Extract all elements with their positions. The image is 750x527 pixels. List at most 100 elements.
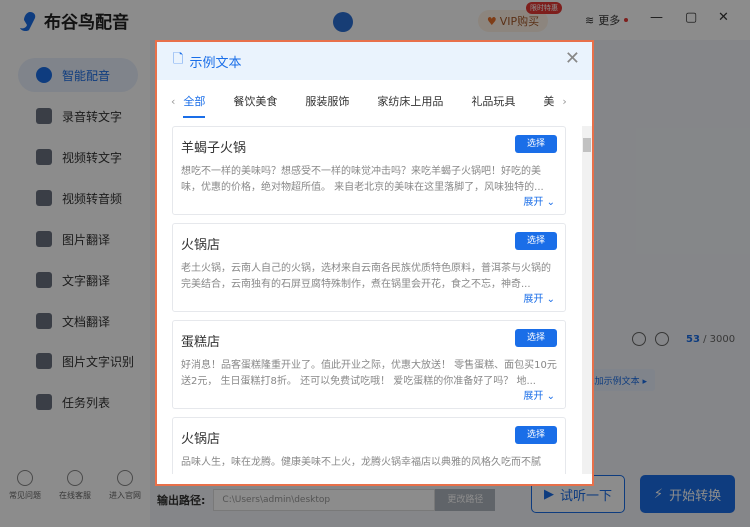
card-title: 火锅店: [181, 238, 221, 253]
maximize-button[interactable]: ▢: [685, 10, 697, 25]
support-label: 在线客服: [59, 491, 91, 500]
vip-label: VIP购买: [499, 15, 540, 28]
image-icon: [36, 231, 52, 247]
tab-gifts-toys[interactable]: 礼品玩具: [471, 93, 515, 109]
sidebar-item-image-translate[interactable]: 图片翻译: [18, 222, 138, 256]
scrollbar-thumb[interactable]: [583, 138, 591, 152]
support-link[interactable]: 在线客服: [59, 470, 91, 501]
expand-label: 展开: [523, 294, 544, 305]
tab-clothing[interactable]: 服装服饰: [305, 93, 349, 109]
vip-heart-icon: ♥: [486, 14, 497, 28]
sidebar-item-doc-translate[interactable]: 文档翻译: [18, 304, 138, 338]
chevron-left-icon[interactable]: ‹: [171, 95, 175, 108]
notification-dot: [624, 18, 629, 22]
sidebar-item-label: 任务列表: [62, 395, 111, 410]
vip-badge: 限时特惠: [526, 2, 562, 14]
scrollbar[interactable]: [582, 126, 592, 474]
select-button[interactable]: 选择: [515, 135, 557, 153]
sidebar-item-label: 图片翻译: [62, 232, 111, 247]
globe-icon: [117, 470, 133, 486]
select-button[interactable]: 选择: [515, 329, 557, 347]
ocr-icon: [36, 353, 52, 369]
select-button[interactable]: 选择: [515, 426, 557, 444]
user-avatar[interactable]: [333, 12, 353, 32]
app-title: 布谷鸟配音: [44, 13, 129, 33]
sidebar-item-ocr[interactable]: 图片文字识别: [18, 344, 138, 378]
play-icon: ▶: [543, 486, 554, 502]
convert-icon: ⚡: [653, 486, 664, 502]
sample-list: 羊蝎子火锅 选择 想吃不一样的美味吗？想感受不一样的味觉冲击吗？来吃羊蝎子火锅吧！好…: [172, 126, 568, 474]
list-item: 蛋糕店 选择好消息！品客蛋糕隆重开业了。值此开业之际，优惠大放送！ 零售蛋糕、面包…: [172, 320, 566, 409]
card-text: 品味人生，味在龙腾。健康美味不上火，龙腾火锅幸福店以典雅的风格久吃而不腻: [181, 457, 541, 468]
output-path-input[interactable]: C:\Users\admin\desktop: [213, 489, 436, 511]
mic-icon: [36, 67, 52, 83]
website-link[interactable]: 进入官网: [109, 470, 141, 501]
close-icon[interactable]: ✕: [565, 48, 580, 69]
sidebar-item-label: 文档翻译: [62, 314, 111, 329]
headset-icon: [67, 470, 83, 486]
list-icon: [36, 394, 52, 410]
category-tabs: ‹ 全部 餐饮美食 服装服饰 家纺床上用品 礼品玩具 美 ›: [171, 86, 571, 118]
card-title: 羊蝎子火锅: [181, 141, 247, 156]
audio-icon: [36, 108, 52, 124]
app-logo: 布谷鸟配音: [18, 8, 129, 33]
expand-button[interactable]: 展开 ⌄: [523, 290, 555, 305]
video-audio-icon: [36, 190, 52, 206]
char-count: 53 / 3000: [686, 334, 735, 345]
chevron-right-icon[interactable]: ›: [562, 95, 566, 108]
dialog-title: 示例文本: [189, 55, 242, 71]
list-item: 羊蝎子火锅 选择 想吃不一样的美味吗？想感受不一样的味觉冲击吗？来吃羊蝎子火锅吧！好…: [172, 126, 566, 215]
website-label: 进入官网: [109, 491, 141, 500]
layers-icon: ≋: [585, 13, 595, 27]
bird-logo-icon: [20, 11, 36, 31]
close-window-button[interactable]: ✕: [718, 10, 729, 25]
tab-food[interactable]: 餐饮美食: [233, 93, 277, 109]
redo-icon[interactable]: [655, 332, 669, 346]
expand-label: 展开: [523, 391, 544, 402]
sidebar-item-smart-dubbing[interactable]: 智能配音: [18, 58, 138, 92]
card-text: 好消息！品客蛋糕隆重开业了。值此开业之际，优惠大放送！ 零售蛋糕、面包买10元送…: [181, 360, 557, 387]
faq-link[interactable]: 常见问题: [9, 470, 41, 501]
video-icon: [36, 149, 52, 165]
expand-button[interactable]: 展开 ⌄: [523, 193, 555, 208]
sidebar-item-task-list[interactable]: 任务列表: [18, 385, 138, 419]
card-title: 火锅店: [181, 432, 221, 447]
faq-label: 常见问题: [9, 491, 41, 500]
more-menu[interactable]: ≋ 更多: [585, 12, 629, 28]
expand-button[interactable]: 展开 ⌄: [523, 387, 555, 402]
minimize-button[interactable]: —: [650, 10, 663, 25]
sidebar: 智能配音 录音转文字 视频转文字 视频转音频 图片翻译 文字翻译 文档翻译 图片…: [0, 40, 150, 527]
undo-icon[interactable]: [632, 332, 646, 346]
translate-icon: [36, 272, 52, 288]
output-path-row: 输出路径: C:\Users\admin\desktop 更改路径: [157, 489, 496, 511]
sidebar-item-label: 图片文字识别: [62, 354, 135, 369]
more-label: 更多: [598, 14, 621, 27]
title-bar: 布谷鸟配音 ♥ VIP购买 限时特惠 ≋ 更多 — ▢ ✕: [0, 0, 750, 40]
document-icon: 🗋: [173, 52, 184, 67]
list-item: 火锅店 选择品味人生，味在龙腾。健康美味不上火，龙腾火锅幸福店以典雅的风格久吃而不…: [172, 417, 566, 474]
expand-label: 展开: [523, 197, 544, 208]
sidebar-item-label: 录音转文字: [62, 109, 123, 124]
change-path-button[interactable]: 更改路径: [435, 489, 496, 511]
sidebar-item-video-to-text[interactable]: 视频转文字: [18, 140, 138, 174]
output-path-label: 输出路径:: [157, 494, 206, 507]
tab-beauty[interactable]: 美: [543, 93, 554, 109]
tab-all[interactable]: 全部: [183, 93, 206, 118]
select-button[interactable]: 选择: [515, 232, 557, 250]
question-icon: [17, 470, 33, 486]
sidebar-item-label: 文字翻译: [62, 273, 111, 288]
try-label: 试听一下: [559, 488, 612, 504]
card-text: 老土火锅，云南人自己的火锅，选材来自云南各民族优质特色原料，普洱茶与火锅的完美结…: [181, 263, 551, 290]
sample-text-dialog: 🗋 示例文本 ✕ ‹ 全部 餐饮美食 服装服饰 家纺床上用品 礼品玩具 美 › …: [155, 40, 594, 486]
dialog-header: 🗋 示例文本: [157, 42, 592, 80]
count-max: / 3000: [699, 334, 736, 345]
sidebar-item-video-to-audio[interactable]: 视频转音频: [18, 181, 138, 215]
tab-bedding[interactable]: 家纺床上用品: [377, 93, 443, 109]
card-title: 蛋糕店: [181, 335, 221, 350]
document-icon: [36, 313, 52, 329]
start-convert-button[interactable]: ⚡ 开始转换: [640, 475, 735, 513]
sidebar-item-label: 视频转文字: [62, 150, 123, 165]
sidebar-item-text-translate[interactable]: 文字翻译: [18, 263, 138, 297]
chevron-down-icon: ⌄: [546, 197, 555, 208]
sidebar-item-audio-to-text[interactable]: 录音转文字: [18, 99, 138, 133]
